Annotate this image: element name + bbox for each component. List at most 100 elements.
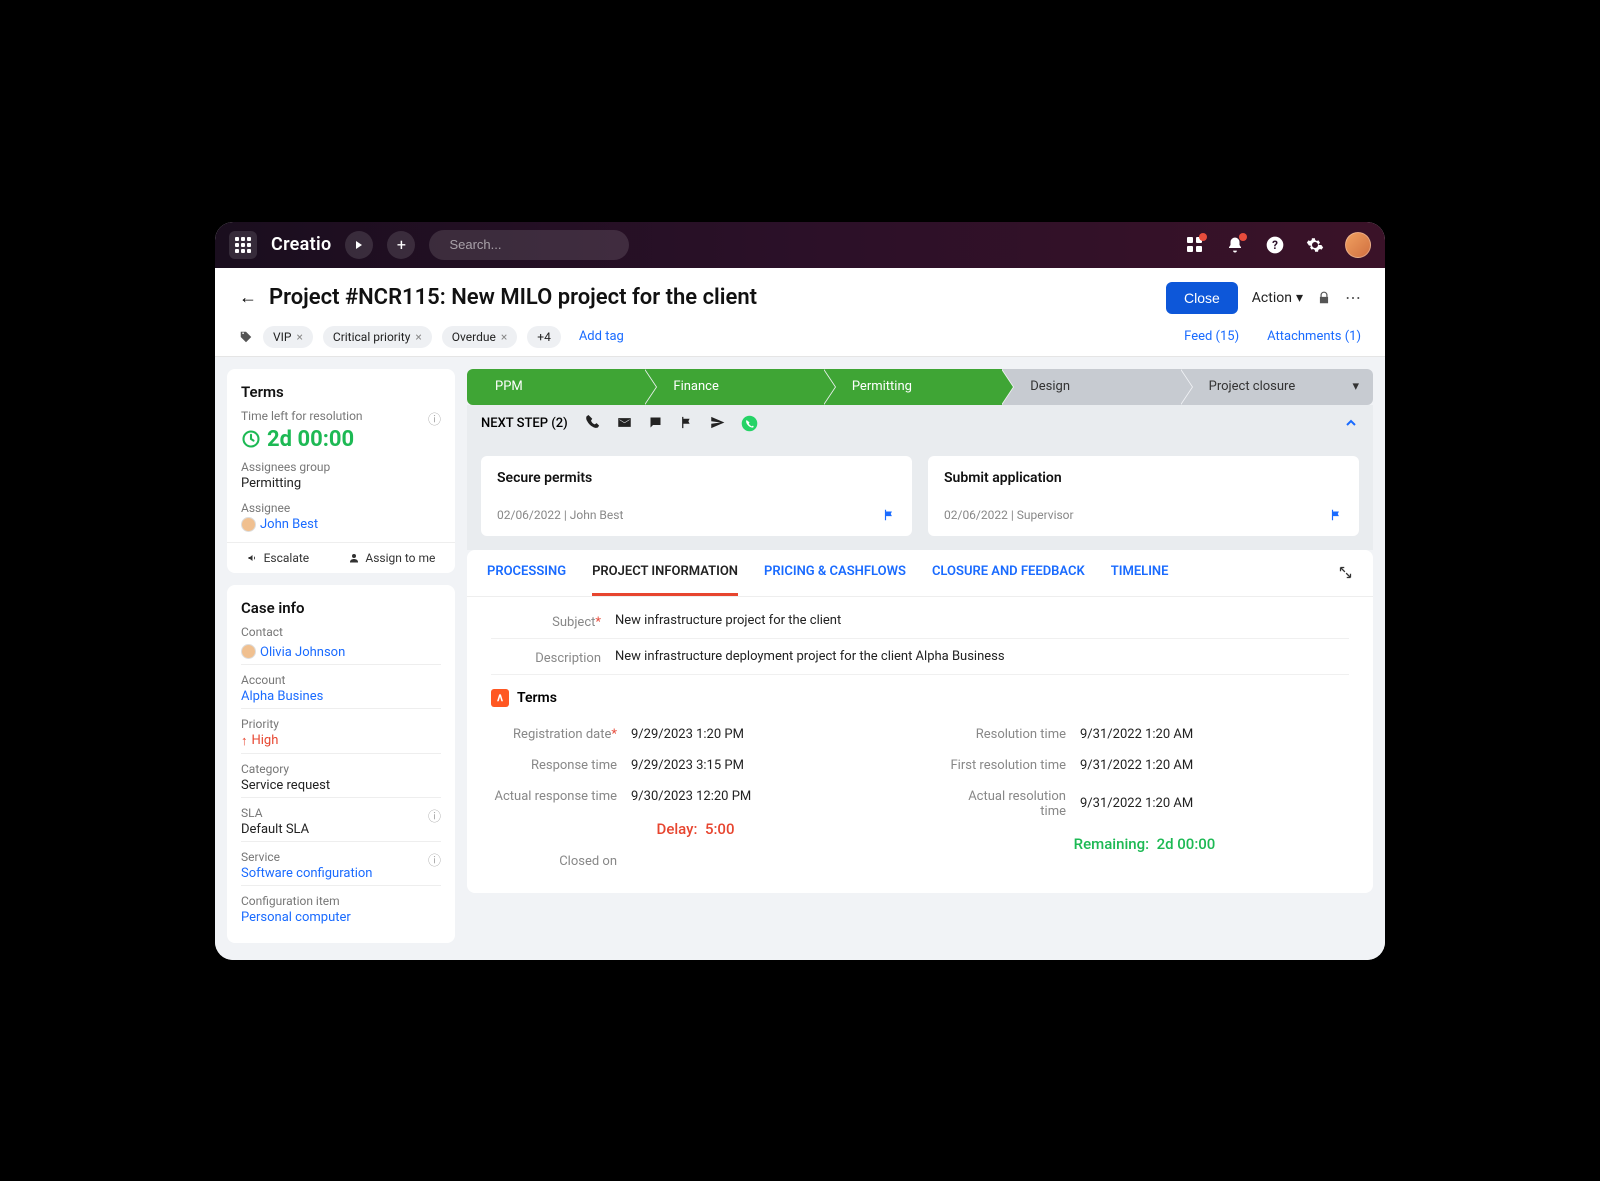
- user-avatar[interactable]: [1345, 232, 1371, 258]
- config-item-label: Configuration item: [241, 894, 441, 908]
- resolution-time-value[interactable]: 9/31/2022 1:20 AM: [1080, 727, 1193, 742]
- tab-pricing[interactable]: PRICING & CASHFLOWS: [764, 550, 906, 596]
- stage-ppm[interactable]: PPM: [467, 369, 645, 405]
- more-button[interactable]: ⋯: [1345, 288, 1361, 307]
- close-icon[interactable]: ×: [501, 330, 507, 344]
- tab-processing[interactable]: PROCESSING: [487, 550, 566, 596]
- close-icon[interactable]: ×: [415, 330, 421, 344]
- stage-design[interactable]: Design: [1002, 369, 1180, 405]
- call-button[interactable]: [586, 415, 601, 432]
- tag-label: VIP: [273, 330, 291, 344]
- first-resolution-value[interactable]: 9/31/2022 1:20 AM: [1080, 758, 1193, 773]
- send-icon: [710, 415, 725, 430]
- close-icon[interactable]: ×: [296, 330, 302, 344]
- escalate-button[interactable]: Escalate: [247, 551, 310, 565]
- gear-icon: [1306, 236, 1324, 254]
- closed-on-label: Closed on: [491, 854, 631, 869]
- notifications-button[interactable]: [1225, 235, 1245, 255]
- tab-timeline[interactable]: TIMELINE: [1111, 550, 1169, 596]
- assignee-value: John Best: [241, 517, 441, 532]
- subject-value[interactable]: New infrastructure project for the clien…: [615, 613, 1349, 628]
- flag-button[interactable]: [882, 508, 896, 522]
- step-cards: Secure permits 02/06/2022 | John Best Su…: [467, 442, 1373, 550]
- config-item-link[interactable]: Personal computer: [241, 910, 441, 925]
- category-label: Category: [241, 762, 441, 776]
- logo: Creatio: [271, 234, 331, 255]
- apps-button[interactable]: [229, 231, 257, 259]
- whatsapp-button[interactable]: [741, 415, 758, 432]
- response-time-value[interactable]: 9/29/2023 3:15 PM: [631, 758, 744, 773]
- account-link[interactable]: Alpha Busines: [241, 689, 441, 704]
- tag-label: Overdue: [452, 330, 496, 344]
- help-button[interactable]: ?: [1265, 235, 1285, 255]
- next-step-label: NEXT STEP (2): [481, 416, 568, 431]
- back-button[interactable]: ←: [239, 287, 257, 308]
- info-icon[interactable]: ⓘ: [428, 850, 441, 869]
- action-label: Action: [1252, 290, 1292, 306]
- actual-response-value[interactable]: 9/30/2023 12:20 PM: [631, 789, 751, 804]
- time-left-label: Time left for resolutionⓘ: [241, 409, 441, 423]
- add-button[interactable]: +: [387, 231, 415, 259]
- tab-closure[interactable]: CLOSURE AND FEEDBACK: [932, 550, 1085, 596]
- time-left-value: 2d 00:00: [241, 427, 428, 452]
- assignee-label: Assignee: [241, 501, 441, 515]
- avatar-icon: [241, 644, 256, 659]
- account-label: Account: [241, 673, 441, 687]
- assignee-link[interactable]: John Best: [260, 517, 318, 532]
- search-input[interactable]: [449, 237, 625, 252]
- svg-text:?: ?: [1272, 238, 1278, 252]
- stage-finance[interactable]: Finance: [645, 369, 823, 405]
- tag-vip[interactable]: VIP ×: [263, 326, 313, 348]
- expand-button[interactable]: [1338, 565, 1353, 580]
- tag-overdue[interactable]: Overdue ×: [442, 326, 517, 348]
- close-button[interactable]: Close: [1166, 282, 1238, 314]
- tag-critical[interactable]: Critical priority ×: [323, 326, 432, 348]
- tag-more[interactable]: +4: [527, 326, 561, 348]
- description-value[interactable]: New infrastructure deployment project fo…: [615, 649, 1349, 664]
- action-dropdown[interactable]: Action ▾: [1252, 290, 1303, 306]
- tag-label: Critical priority: [333, 330, 411, 344]
- feed-button[interactable]: [648, 415, 663, 432]
- email-button[interactable]: [617, 415, 632, 432]
- assign-to-me-button[interactable]: Assign to me: [348, 551, 435, 565]
- add-tag-link[interactable]: Add tag: [579, 329, 624, 344]
- stage-closure[interactable]: Project closure▾: [1181, 369, 1373, 405]
- description-label: Description: [491, 649, 615, 666]
- priority-label: Priority: [241, 717, 441, 731]
- main-content: PPM Finance Permitting Design Project cl…: [467, 357, 1385, 960]
- step-meta: 02/06/2022 | John Best: [497, 508, 623, 522]
- info-icon[interactable]: ⓘ: [428, 409, 441, 428]
- flag-button[interactable]: [679, 415, 694, 432]
- clock-icon: [241, 429, 261, 449]
- search-box[interactable]: [429, 230, 629, 260]
- stage-bar: PPM Finance Permitting Design Project cl…: [467, 369, 1373, 405]
- step-card-permits[interactable]: Secure permits 02/06/2022 | John Best: [481, 456, 912, 536]
- play-button[interactable]: [345, 231, 373, 259]
- lock-button[interactable]: [1317, 291, 1331, 305]
- contact-link[interactable]: Olivia Johnson: [260, 645, 345, 660]
- page-header: ← Project #NCR115: New MILO project for …: [215, 268, 1385, 357]
- actual-resolution-value[interactable]: 9/31/2022 1:20 AM: [1080, 796, 1193, 811]
- marketplace-button[interactable]: [1185, 235, 1205, 255]
- flag-button[interactable]: [1329, 508, 1343, 522]
- phone-icon: [586, 415, 601, 430]
- attachments-link[interactable]: Attachments (1): [1267, 329, 1361, 344]
- arrow-up-icon: ↑: [241, 733, 248, 749]
- send-button[interactable]: [710, 415, 725, 432]
- collapse-icon: ∧: [491, 689, 509, 707]
- notification-dot: [1199, 233, 1207, 241]
- tab-project-information[interactable]: PROJECT INFORMATION: [592, 550, 738, 596]
- info-icon[interactable]: ⓘ: [428, 806, 441, 825]
- registration-date-value[interactable]: 9/29/2023 1:20 PM: [631, 727, 744, 742]
- collapse-button[interactable]: [1343, 415, 1359, 431]
- step-card-application[interactable]: Submit application 02/06/2022 | Supervis…: [928, 456, 1359, 536]
- feed-link[interactable]: Feed (15): [1184, 329, 1239, 344]
- chevron-down-icon: ▾: [1296, 290, 1303, 306]
- settings-button[interactable]: [1305, 235, 1325, 255]
- terms-section-title[interactable]: ∧ Terms: [491, 689, 1349, 707]
- service-link[interactable]: Software configuration: [241, 866, 441, 881]
- chat-icon: [648, 415, 663, 430]
- terms-title: Terms: [241, 383, 441, 401]
- terms-grid: Registration date*9/29/2023 1:20 PM Resp…: [491, 719, 1349, 877]
- stage-permitting[interactable]: Permitting: [824, 369, 1002, 405]
